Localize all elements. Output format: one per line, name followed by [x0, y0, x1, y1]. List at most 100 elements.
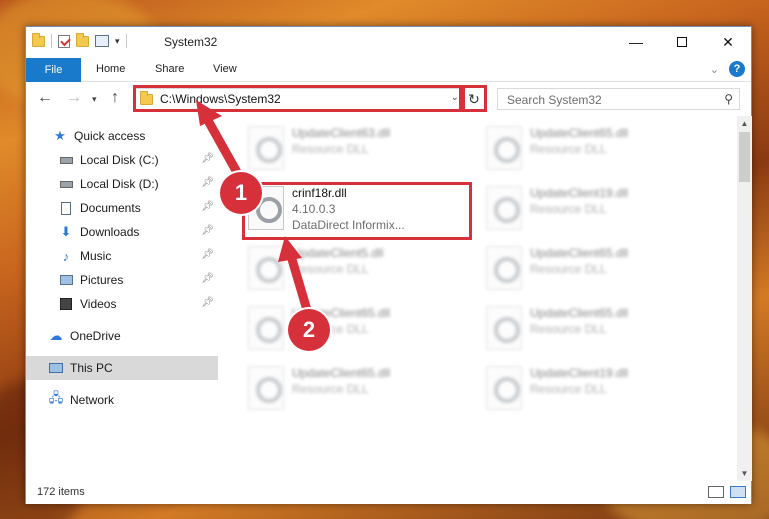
- file-description: Resource DLL: [292, 262, 369, 276]
- close-icon: ✕: [722, 33, 734, 50]
- customize-icon[interactable]: [95, 35, 109, 47]
- file-description: Resource DLL: [292, 142, 369, 156]
- music-icon: ♪: [62, 248, 70, 264]
- search-placeholder: Search System32: [507, 93, 602, 107]
- sidebar-item-quick-access[interactable]: ★ Quick access: [26, 124, 218, 148]
- search-icon: ⚲: [724, 92, 733, 106]
- pin-icon[interactable]: 📌︎: [201, 225, 214, 236]
- item-count: 172 items: [37, 486, 85, 498]
- pin-icon[interactable]: 📌︎: [201, 177, 214, 188]
- file-description: Resource DLL: [530, 142, 607, 156]
- videos-icon: [58, 297, 74, 311]
- sidebar-item-pictures[interactable]: Pictures 📌︎: [26, 268, 218, 292]
- drive-icon: [58, 177, 74, 191]
- sidebar-item-local-disk-d[interactable]: Local Disk (D:) 📌︎: [26, 172, 218, 196]
- tab-home[interactable]: Home: [96, 63, 125, 75]
- recent-locations-icon[interactable]: ▾: [92, 94, 97, 105]
- forward-arrow-icon[interactable]: →: [66, 89, 82, 107]
- sidebar-item-videos[interactable]: Videos 📌︎: [26, 292, 218, 316]
- sidebar-item-music[interactable]: ♪ Music 📌︎: [26, 244, 218, 268]
- downloads-icon: ⬇: [60, 224, 72, 239]
- status-bar: 172 items: [26, 481, 751, 504]
- step-marker-2: 2: [288, 309, 330, 351]
- chevron-down-icon[interactable]: ▾: [115, 36, 120, 47]
- large-icons-view-icon[interactable]: [730, 486, 746, 498]
- star-icon: ★: [54, 128, 66, 143]
- step-marker-1: 1: [220, 172, 262, 214]
- sidebar-item-label: Documents: [80, 201, 141, 215]
- address-highlight: [133, 85, 462, 112]
- sidebar-item-downloads[interactable]: ⬇ Downloads 📌︎: [26, 220, 218, 244]
- dll-file-icon: [486, 246, 522, 290]
- search-input[interactable]: Search System32 ⚲: [497, 88, 740, 110]
- file-item[interactable]: UpdateClient5.dll Resource DLL: [244, 242, 454, 298]
- file-item[interactable]: UpdateClient19.dll Resource DLL: [482, 182, 692, 238]
- vertical-scrollbar[interactable]: ▲ ▼: [737, 116, 752, 481]
- file-item[interactable]: UpdateClient65.dll Resource DLL: [482, 302, 692, 358]
- scroll-up-icon[interactable]: ▲: [737, 116, 752, 131]
- toolbar-divider: [125, 34, 127, 48]
- sidebar-item-label: Pictures: [80, 273, 124, 287]
- scroll-thumb[interactable]: [739, 132, 750, 182]
- pin-icon[interactable]: 📌︎: [201, 153, 214, 164]
- new-folder-icon[interactable]: [76, 32, 89, 47]
- file-item[interactable]: UpdateClient65.dll Resource DLL: [482, 122, 692, 178]
- folder-icon[interactable]: [32, 32, 45, 47]
- file-item[interactable]: UpdateClient65.dll Resource DLL: [244, 302, 454, 358]
- scroll-down-icon[interactable]: ▼: [737, 466, 752, 481]
- file-item[interactable]: UpdateClient65.dll Resource DLL: [482, 242, 692, 298]
- file-description: Resource DLL: [530, 322, 607, 336]
- file-highlight: [242, 182, 472, 240]
- sidebar-item-this-pc[interactable]: This PC: [26, 356, 218, 380]
- up-arrow-icon[interactable]: ↑: [111, 89, 119, 107]
- dll-file-icon: [248, 306, 284, 350]
- sidebar-item-label: Network: [70, 393, 115, 407]
- sidebar-item-onedrive[interactable]: ☁ OneDrive: [26, 324, 218, 348]
- maximize-button[interactable]: [659, 27, 705, 57]
- dll-file-icon: [486, 366, 522, 410]
- minimize-icon: —: [629, 34, 643, 50]
- sidebar-item-label: Local Disk (D:): [80, 177, 159, 191]
- expand-ribbon-icon[interactable]: ⌄: [710, 63, 719, 76]
- sidebar-item-label: Music: [80, 249, 112, 263]
- file-name: UpdateClient63.dll: [292, 126, 391, 140]
- tab-view[interactable]: View: [213, 63, 237, 75]
- pin-icon[interactable]: 📌︎: [201, 297, 214, 308]
- maximize-icon: [677, 37, 687, 47]
- close-button[interactable]: ✕: [705, 27, 751, 57]
- tab-file[interactable]: File: [26, 58, 81, 82]
- help-icon[interactable]: ?: [729, 61, 745, 77]
- sidebar-item-label: Quick access: [74, 129, 146, 143]
- dll-file-icon: [248, 366, 284, 410]
- ribbon: File Home Share View ⌄ ?: [26, 58, 751, 82]
- pictures-icon: [58, 273, 74, 287]
- minimize-button[interactable]: —: [613, 27, 659, 57]
- tab-share[interactable]: Share: [155, 63, 184, 75]
- file-name: UpdateClient65.dll: [530, 126, 629, 140]
- back-arrow-icon[interactable]: ←: [37, 89, 53, 107]
- explorer-window: ▾ System32 — ✕ File Home Share View ⌄ ? …: [25, 26, 752, 504]
- pin-icon[interactable]: 📌︎: [201, 249, 214, 260]
- sidebar-item-documents[interactable]: Documents 📌︎: [26, 196, 218, 220]
- sidebar-item-network[interactable]: 🖧︎ Network: [26, 388, 218, 412]
- pin-icon[interactable]: 📌︎: [201, 201, 214, 212]
- properties-check-icon[interactable]: [58, 34, 70, 48]
- sidebar-item-local-disk-c[interactable]: Local Disk (C:) 📌︎: [26, 148, 218, 172]
- details-view-icon[interactable]: [708, 486, 724, 498]
- file-name: UpdateClient65.dll: [530, 306, 629, 320]
- file-item[interactable]: UpdateClient65.dll Resource DLL: [244, 362, 454, 418]
- sidebar-item-label: This PC: [70, 361, 113, 375]
- window-title: System32: [164, 35, 218, 49]
- refresh-highlight: [462, 85, 487, 112]
- file-description: Resource DLL: [530, 262, 607, 276]
- file-description: Resource DLL: [530, 202, 607, 216]
- file-name: UpdateClient19.dll: [530, 186, 629, 200]
- drive-icon: [58, 153, 74, 167]
- file-name: UpdateClient5.dll: [292, 246, 384, 260]
- pin-icon[interactable]: 📌︎: [201, 273, 214, 284]
- file-name: UpdateClient65.dll: [530, 246, 629, 260]
- toolbar-divider: [51, 34, 52, 48]
- file-description: Resource DLL: [292, 382, 369, 396]
- file-item[interactable]: UpdateClient19.dll Resource DLL: [482, 362, 692, 418]
- file-item[interactable]: UpdateClient63.dll Resource DLL: [244, 122, 454, 178]
